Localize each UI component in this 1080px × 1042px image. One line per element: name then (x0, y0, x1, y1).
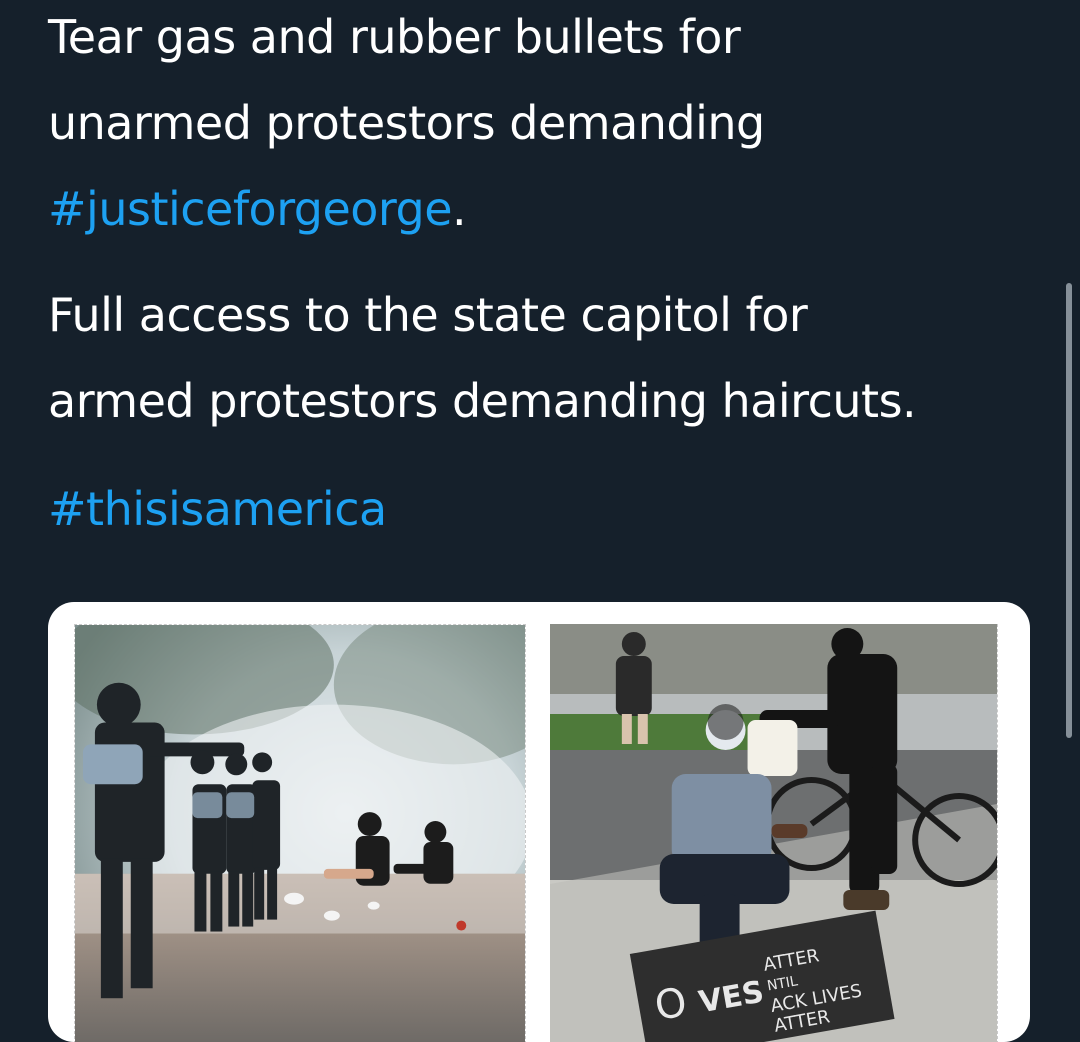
tweet-paragraph-2: Full access to the state capitol for arm… (48, 272, 917, 444)
photo-tear-gas[interactable] (74, 624, 526, 1042)
tweet-paragraph-1: Tear gas and rubber bullets for unarmed … (48, 0, 765, 252)
photo-tear-gas-image (75, 625, 525, 1042)
scrollbar[interactable] (1066, 283, 1072, 738)
hashtag-link-justiceforgeorge[interactable]: #justiceforgeorge (48, 182, 453, 236)
tweet-line: armed protestors demanding haircuts. (48, 374, 917, 428)
tweet-line: Full access to the state capitol for (48, 288, 808, 342)
photo-kneeling-protestor[interactable]: O VES ATTER NTIL ACK LIVES ATTER (550, 624, 998, 1042)
photo-kneeling-protestor-image: O VES ATTER NTIL ACK LIVES ATTER (550, 624, 997, 1042)
tweet-line-hashtag: #justiceforgeorge. (48, 166, 765, 252)
tweet-line: unarmed protestors demanding (48, 96, 765, 150)
tweet-line: Tear gas and rubber bullets for (48, 10, 741, 64)
hashtag-link-thisisamerica[interactable]: #thisisamerica (48, 482, 387, 536)
tweet-paragraph-3: #thisisamerica (48, 466, 387, 552)
punctuation: . (452, 182, 467, 236)
media-card[interactable]: O VES ATTER NTIL ACK LIVES ATTER (48, 602, 1030, 1042)
